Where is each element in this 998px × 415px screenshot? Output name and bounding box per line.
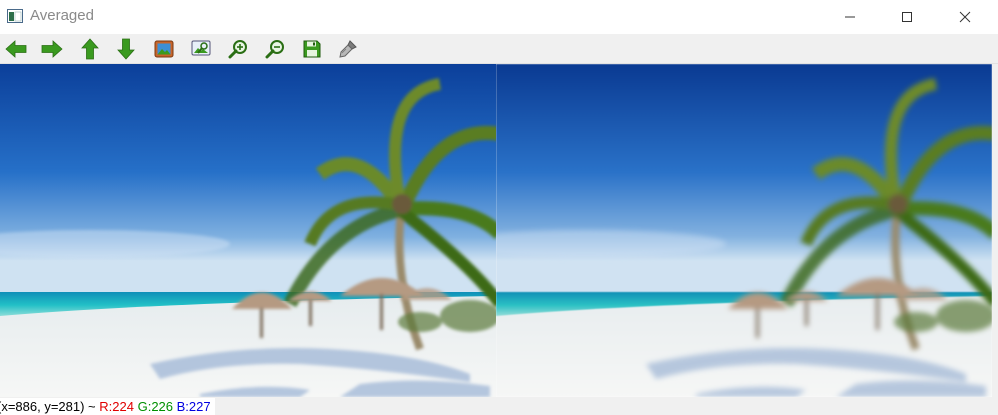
zoom-original-button[interactable] (189, 38, 213, 60)
zoom-out-icon (265, 40, 284, 59)
cursor-coordinates: (x=886, y=281) ~ (0, 399, 100, 414)
arrow-left-icon (5, 40, 27, 58)
beach-image (0, 64, 496, 397)
status-bar: (x=886, y=281) ~ R:224 G:226 B:227 (0, 397, 998, 415)
pan-right-button[interactable] (40, 38, 64, 60)
averaged-image-left[interactable] (0, 64, 496, 397)
red-value: R:224 (99, 399, 134, 414)
picture-icon (154, 40, 174, 58)
green-value: G:226 (137, 399, 174, 414)
pan-up-button[interactable] (78, 38, 102, 60)
zoom-in-button[interactable] (226, 38, 250, 60)
right-gutter (992, 64, 998, 397)
maximize-button[interactable] (884, 0, 930, 34)
minimize-icon (845, 16, 855, 18)
averaged-image-right[interactable] (496, 64, 992, 397)
save-icon (303, 40, 321, 58)
window-title: Averaged (30, 7, 94, 24)
app-window-icon (7, 9, 23, 23)
pan-down-button[interactable] (114, 38, 138, 60)
maximize-icon (902, 12, 912, 22)
close-icon (959, 11, 971, 23)
arrow-right-icon (41, 40, 63, 58)
title-bar: Averaged (0, 0, 998, 34)
zoom-out-button[interactable] (263, 38, 287, 60)
properties-button[interactable] (336, 38, 360, 60)
beach-image (496, 64, 992, 397)
save-button[interactable] (300, 38, 324, 60)
zoom-in-icon (228, 40, 247, 59)
pixel-readout: (x=886, y=281) ~ R:224 G:226 B:227 (0, 398, 215, 415)
close-button[interactable] (942, 0, 988, 34)
brush-icon (339, 40, 357, 58)
toolbar (0, 34, 998, 64)
zoom-image-icon (191, 40, 211, 56)
zoom-to-fit-button[interactable] (152, 38, 176, 60)
blue-value: B:227 (176, 399, 211, 414)
pan-left-button[interactable] (4, 38, 28, 60)
arrow-up-icon (81, 38, 99, 60)
arrow-down-icon (117, 38, 135, 60)
minimize-button[interactable] (827, 0, 873, 34)
